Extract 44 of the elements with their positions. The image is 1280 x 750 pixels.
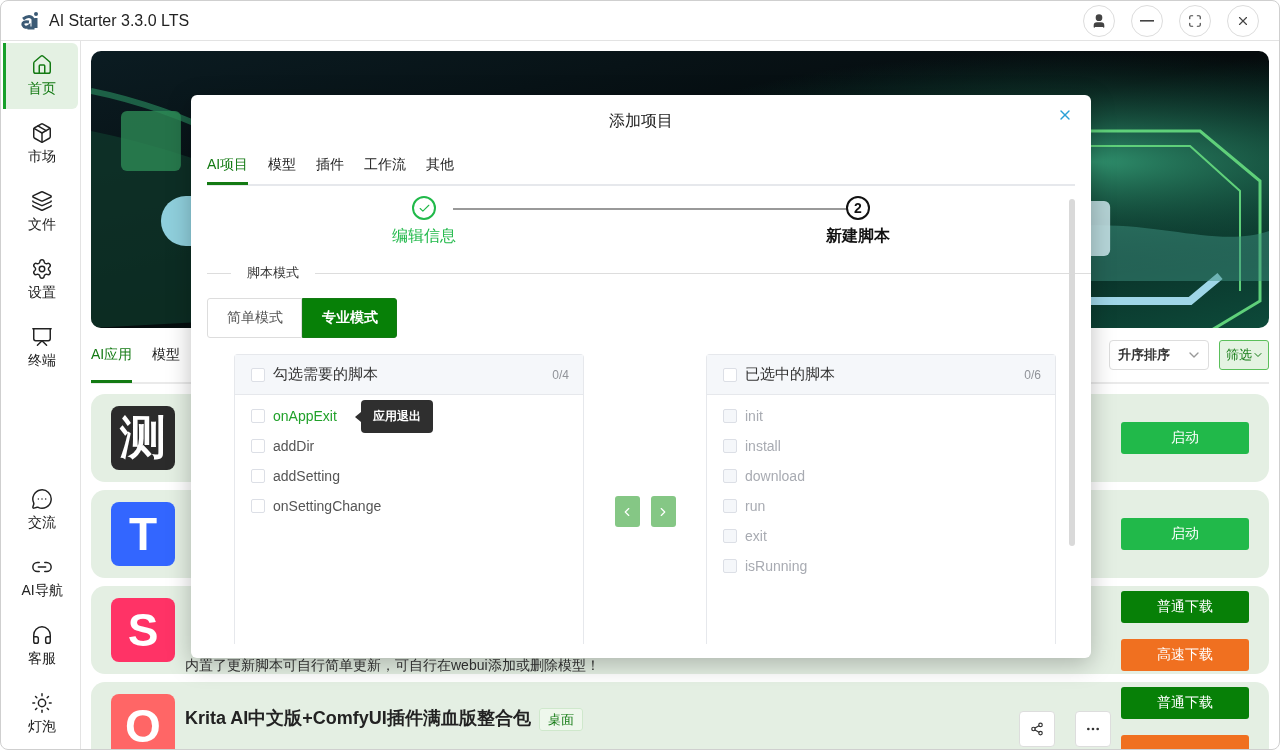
sidebar-item[interactable]: 设置 xyxy=(3,247,78,313)
app-icon: O xyxy=(111,694,175,749)
panel-count: 0/6 xyxy=(1024,367,1041,382)
download-button[interactable]: 普通下载 xyxy=(1121,687,1249,719)
sidebar-item[interactable]: 交流 xyxy=(3,477,78,543)
dialog-title: 添加项目 xyxy=(609,110,673,131)
sidebar-item[interactable]: 终端 xyxy=(3,315,78,381)
section-label: 脚本模式 xyxy=(247,264,299,282)
sort-select[interactable]: 升序排序 xyxy=(1109,340,1209,370)
filter-button[interactable]: 筛选 xyxy=(1219,340,1269,370)
app-icon: 测 xyxy=(111,406,175,470)
dialog-tab[interactable]: AI项目 xyxy=(207,148,249,185)
sidebar-item[interactable]: 文件 xyxy=(3,179,78,245)
dialog-tab[interactable]: 模型 xyxy=(268,148,297,185)
window-title: AI Starter 3.3.0 LTS xyxy=(49,11,190,30)
panel-title: 已选中的脚本 xyxy=(745,365,835,384)
mode-button[interactable]: 简单模式 xyxy=(207,298,302,338)
panel-title: 勾选需要的脚本 xyxy=(273,365,378,384)
mode-button[interactable]: 专业模式 xyxy=(302,298,397,338)
sidebar-item[interactable]: 客服 xyxy=(3,613,78,679)
content-tab[interactable]: 模型 xyxy=(152,329,181,383)
tooltip: 应用退出 xyxy=(361,400,433,433)
sidebar-item[interactable]: 首页 xyxy=(3,43,78,109)
sidebar-item[interactable]: 灯泡 xyxy=(3,681,78,747)
step-marker: 2 xyxy=(846,196,870,220)
step-label: 编辑信息 xyxy=(392,226,456,246)
script-item[interactable]: onAppExit xyxy=(273,408,337,424)
app-title: Krita AI中文版+ComfyUI插件满血版整合包 桌面 xyxy=(185,706,1009,730)
app-icon: S xyxy=(111,598,175,662)
download-button[interactable]: 普通下载 xyxy=(1121,591,1249,623)
content-tab[interactable]: AI应用 xyxy=(91,329,133,383)
script-item[interactable]: addDir xyxy=(273,438,315,454)
app-tag: 桌面 xyxy=(538,708,583,731)
sidebar-item[interactable]: 市场 xyxy=(3,111,78,177)
app-description: 内置了更新脚本可自行简单更新，可自行在webui添加或删除模型！ xyxy=(185,657,601,675)
dialog-tab[interactable]: 其他 xyxy=(426,148,455,185)
script-item[interactable]: onSettingChange xyxy=(273,498,382,514)
script-item[interactable]: addSetting xyxy=(273,468,340,484)
sidebar-item[interactable]: AI导航 xyxy=(3,545,78,611)
dialog-tab[interactable]: 插件 xyxy=(316,148,345,185)
step-label: 新建脚本 xyxy=(826,226,890,246)
panel-count: 0/4 xyxy=(552,367,569,382)
app-icon: T xyxy=(111,502,175,566)
dialog-tab[interactable]: 工作流 xyxy=(364,148,407,185)
